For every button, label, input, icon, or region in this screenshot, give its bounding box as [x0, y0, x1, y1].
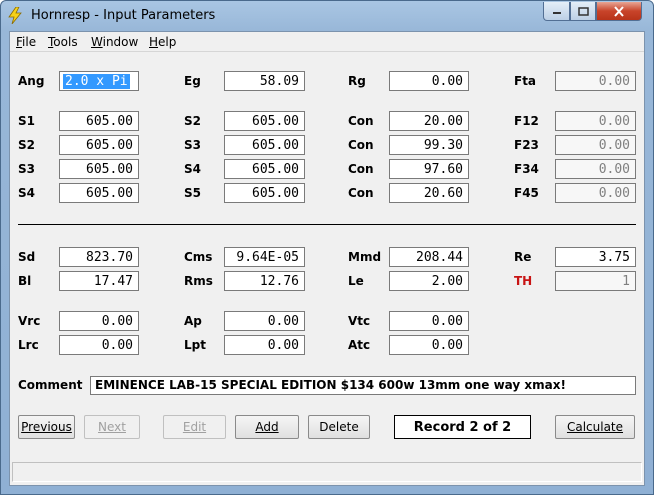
eg-label: Eg — [184, 74, 201, 88]
menu-file[interactable]: File — [16, 35, 36, 49]
vtc-field[interactable]: 0.00 — [389, 311, 469, 331]
f34-label: F34 — [514, 162, 539, 176]
mmd-label: Mmd — [348, 250, 382, 264]
lightning-bolt-icon — [8, 7, 22, 24]
maximize-icon — [577, 6, 589, 16]
minimize-button[interactable] — [543, 2, 570, 21]
s4-row-field[interactable]: 605.00 — [59, 183, 139, 203]
comment-label: Comment — [18, 378, 83, 392]
f12-field[interactable]: 0.00 — [555, 111, 636, 131]
con4-label: Con — [348, 186, 374, 200]
menu-bar: File Tools Window Help — [10, 32, 644, 52]
le-field[interactable]: 2.00 — [389, 271, 469, 291]
th-label: TH — [514, 274, 533, 288]
comment-field[interactable]: EMINENCE LAB-15 SPECIAL EDITION $134 600… — [90, 376, 636, 395]
window-title: Hornresp - Input Parameters — [31, 8, 216, 23]
calculate-button[interactable]: Calculate — [555, 415, 635, 439]
maximize-button[interactable] — [570, 2, 596, 21]
s3-label: S3 — [184, 138, 201, 152]
le-label: Le — [348, 274, 364, 288]
rg-field[interactable]: 0.00 — [389, 71, 469, 91]
s2-row-field[interactable]: 605.00 — [59, 135, 139, 155]
rg-label: Rg — [348, 74, 366, 88]
vrc-field[interactable]: 0.00 — [59, 311, 139, 331]
menu-tools[interactable]: Tools — [48, 35, 78, 49]
s3-row-field[interactable]: 605.00 — [59, 159, 139, 179]
lpt-label: Lpt — [184, 338, 206, 352]
edit-button[interactable]: Edit — [163, 415, 226, 439]
add-button[interactable]: Add — [235, 415, 299, 439]
f23-field[interactable]: 0.00 — [555, 135, 636, 155]
client-area: File Tools Window Help Ang 2.0 x Pi Eg 5… — [9, 31, 645, 486]
sd-label: Sd — [18, 250, 36, 264]
con3-label: Con — [348, 162, 374, 176]
con2-label: Con — [348, 138, 374, 152]
s1-field[interactable]: 605.00 — [59, 111, 139, 131]
ap-label: Ap — [184, 314, 202, 328]
cms-field[interactable]: 9.64E-05 — [224, 247, 305, 267]
re-label: Re — [514, 250, 532, 264]
minimize-icon — [552, 12, 561, 14]
f23-label: F23 — [514, 138, 539, 152]
lrc-field[interactable]: 0.00 — [59, 335, 139, 355]
s5-label: S5 — [184, 186, 201, 200]
ang-label: Ang — [18, 74, 45, 88]
s1-label: S1 — [18, 114, 35, 128]
bl-field[interactable]: 17.47 — [59, 271, 139, 291]
sd-field[interactable]: 823.70 — [59, 247, 139, 267]
mmd-field[interactable]: 208.44 — [389, 247, 469, 267]
con2-field[interactable]: 99.30 — [389, 135, 469, 155]
record-indicator: Record 2 of 2 — [394, 415, 531, 439]
close-button[interactable] — [596, 2, 642, 21]
re-field[interactable]: 3.75 — [555, 247, 636, 267]
s2-label: S2 — [184, 114, 201, 128]
menu-help[interactable]: Help — [149, 35, 176, 49]
lpt-field[interactable]: 0.00 — [224, 335, 305, 355]
section-divider — [18, 224, 636, 225]
s4-label: S4 — [184, 162, 201, 176]
f34-field[interactable]: 0.00 — [555, 159, 636, 179]
s5-field[interactable]: 605.00 — [224, 183, 305, 203]
vtc-label: Vtc — [348, 314, 371, 328]
cms-label: Cms — [184, 250, 213, 264]
con1-field[interactable]: 20.00 — [389, 111, 469, 131]
fta-label: Fta — [514, 74, 537, 88]
next-button[interactable]: Next — [84, 415, 140, 439]
eg-field[interactable]: 58.09 — [224, 71, 305, 91]
fta-field[interactable]: 0.00 — [555, 71, 636, 91]
f45-field[interactable]: 0.00 — [555, 183, 636, 203]
previous-button[interactable]: Previous — [18, 415, 75, 439]
con1-label: Con — [348, 114, 374, 128]
atc-label: Atc — [348, 338, 371, 352]
f45-label: F45 — [514, 186, 539, 200]
rms-field[interactable]: 12.76 — [224, 271, 305, 291]
s2-row-label: S2 — [18, 138, 35, 152]
lrc-label: Lrc — [18, 338, 39, 352]
title-bar[interactable]: Hornresp - Input Parameters — [1, 1, 653, 31]
f12-label: F12 — [514, 114, 539, 128]
s2-field[interactable]: 605.00 — [224, 111, 305, 131]
ang-field[interactable]: 2.0 x Pi — [59, 71, 139, 91]
th-field[interactable]: 1 — [555, 271, 636, 291]
s3-row-label: S3 — [18, 162, 35, 176]
close-icon — [614, 5, 624, 17]
con4-field[interactable]: 20.60 — [389, 183, 469, 203]
app-window: Hornresp - Input Parameters File Tools W… — [0, 0, 654, 495]
status-bar — [12, 462, 642, 482]
vrc-label: Vrc — [18, 314, 41, 328]
bl-label: Bl — [18, 274, 32, 288]
s3-field[interactable]: 605.00 — [224, 135, 305, 155]
menu-window[interactable]: Window — [91, 35, 138, 49]
atc-field[interactable]: 0.00 — [389, 335, 469, 355]
rms-label: Rms — [184, 274, 213, 288]
delete-button[interactable]: Delete — [308, 415, 370, 439]
s4-field[interactable]: 605.00 — [224, 159, 305, 179]
con3-field[interactable]: 97.60 — [389, 159, 469, 179]
s4-row-label: S4 — [18, 186, 35, 200]
ap-field[interactable]: 0.00 — [224, 311, 305, 331]
